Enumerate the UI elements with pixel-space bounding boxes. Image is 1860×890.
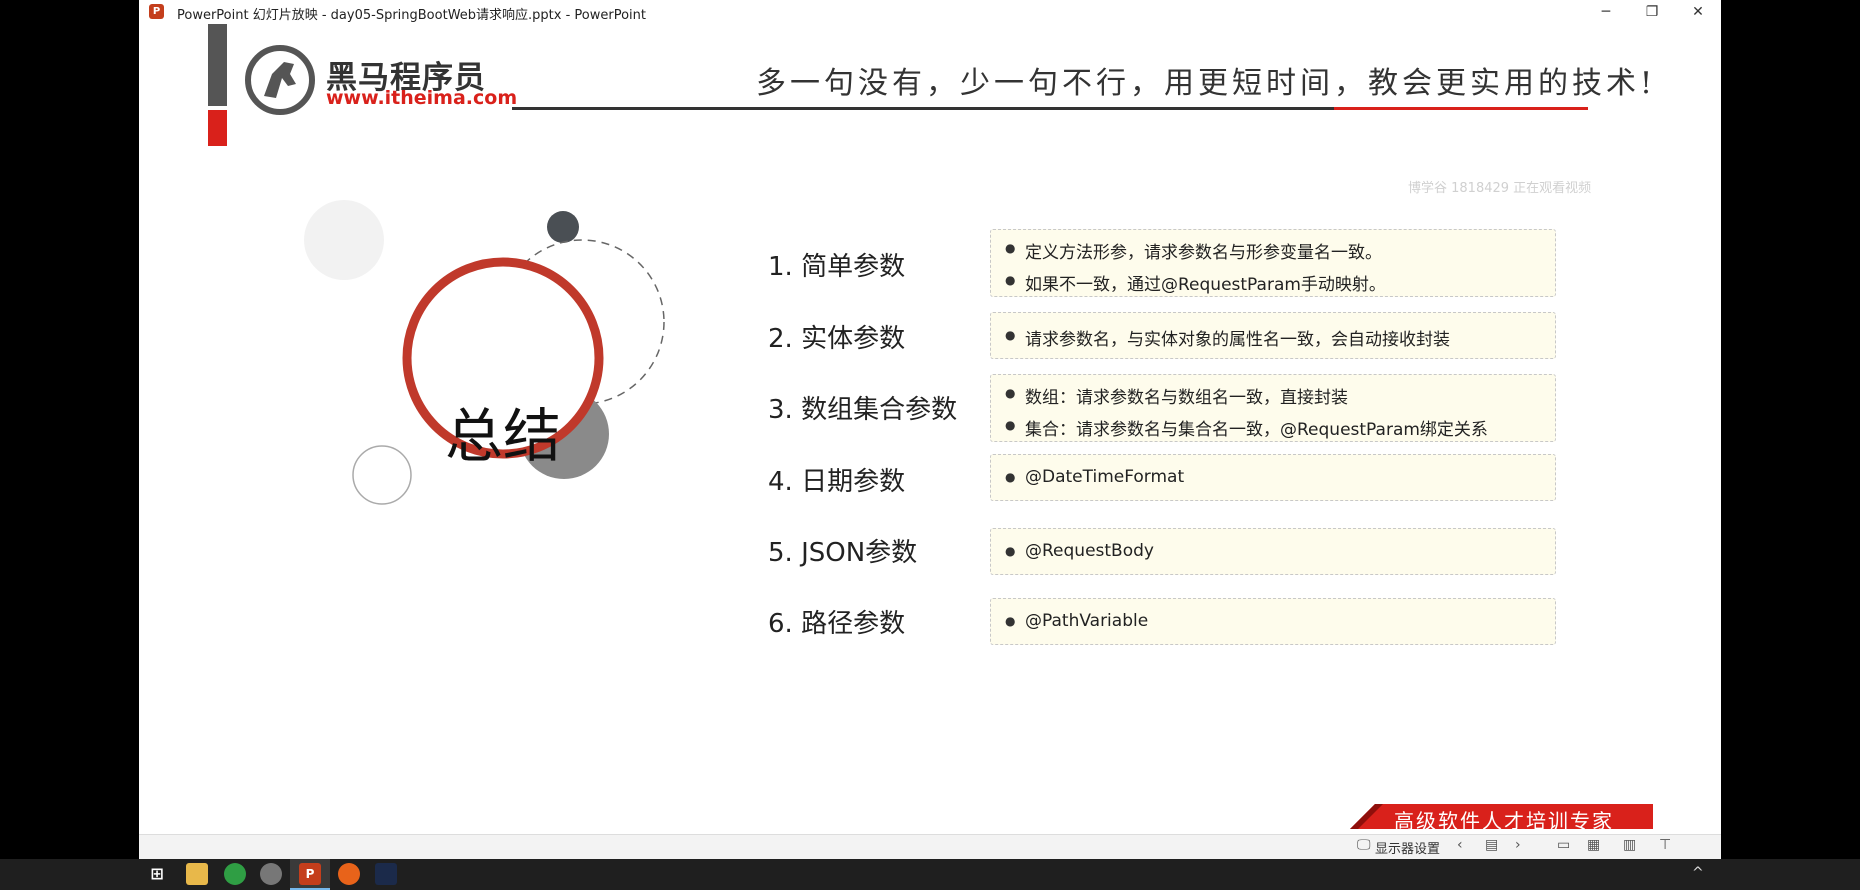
next-slide-icon[interactable]: › xyxy=(1515,837,1521,853)
powerpoint-window: P PowerPoint 幻灯片放映 - day05-SpringBootWeb… xyxy=(139,0,1721,859)
sublime-icon[interactable] xyxy=(338,863,360,885)
bullet-text: @DateTimeFormat xyxy=(1005,467,1184,487)
display-icon: 🖵 xyxy=(1357,837,1371,853)
viewer-watermark: 博学谷 1818429 正在观看视频 xyxy=(1408,181,1592,196)
item-box-5: @RequestBody xyxy=(990,528,1556,575)
taskbar: ⊞ P ^ xyxy=(0,859,1860,890)
app-icon[interactable] xyxy=(260,863,282,885)
previous-slide-icon[interactable]: ‹ xyxy=(1457,837,1463,853)
bullet-text: 集合：请求参数名与集合名一致，@RequestParam绑定关系 xyxy=(1005,415,1488,440)
footer-tagline: 高级软件人才培训专家 xyxy=(1394,809,1614,829)
decorative-circles xyxy=(304,200,665,505)
summary-title: 总结 xyxy=(444,402,561,470)
item-box-3: 数组：请求参数名与数组名一致，直接封装 集合：请求参数名与集合名一致，@Requ… xyxy=(990,374,1556,442)
light-gray-circle xyxy=(304,200,384,280)
close-button[interactable]: ✕ xyxy=(1675,0,1721,24)
item-label-3: 3. 数组集合参数 xyxy=(768,395,958,425)
slide-navigator-icon[interactable]: ▤ xyxy=(1485,837,1498,853)
powerpoint-taskbar-icon[interactable]: P xyxy=(299,863,321,885)
slideshow-view-icon[interactable]: ⊤ xyxy=(1659,837,1671,853)
bullet-text: @RequestBody xyxy=(1005,541,1154,561)
item-box-4: @DateTimeFormat xyxy=(990,454,1556,501)
slogan: 多一句没有，少一句不行，用更短时间，教会更实用的技术! xyxy=(756,66,1653,101)
bullet-text: @PathVariable xyxy=(1005,611,1148,631)
bullet-text: 定义方法形参，请求参数名与形参变量名一致。 xyxy=(1005,238,1382,263)
item-label-4: 4. 日期参数 xyxy=(768,467,906,497)
header-rule-accent xyxy=(1334,107,1588,110)
tray-chevron-icon[interactable]: ^ xyxy=(1692,865,1704,881)
restore-button[interactable]: ❐ xyxy=(1629,0,1675,24)
window-title: PowerPoint 幻灯片放映 - day05-SpringBootWeb请求… xyxy=(177,8,646,23)
dark-dot-circle xyxy=(547,211,579,243)
item-box-2: 请求参数名，与实体对象的属性名一致，会自动接收封装 xyxy=(990,312,1556,359)
reading-view-icon[interactable]: ▥ xyxy=(1623,837,1636,853)
minimize-button[interactable]: ─ xyxy=(1583,0,1629,24)
title-bar[interactable]: P PowerPoint 幻灯片放映 - day05-SpringBootWeb… xyxy=(139,0,1721,24)
powerpoint-app-icon: P xyxy=(149,4,164,19)
bullet-text: 请求参数名，与实体对象的属性名一致，会自动接收封装 xyxy=(1005,325,1450,350)
file-explorer-icon[interactable] xyxy=(186,863,208,885)
bullet-text: 如果不一致，通过@RequestParam手动映射。 xyxy=(1005,270,1386,295)
item-label-1: 1. 简单参数 xyxy=(768,252,906,282)
intellij-icon[interactable] xyxy=(375,863,397,885)
item-label-2: 2. 实体参数 xyxy=(768,324,906,354)
slide[interactable]: 黑马程序员 www.itheima.com 多一句没有，少一句不行，用更短时间，… xyxy=(208,24,1653,829)
chrome-icon[interactable] xyxy=(224,863,246,885)
item-box-6: @PathVariable xyxy=(990,598,1556,645)
item-label-5: 5. JSON参数 xyxy=(768,538,918,568)
slide-sorter-icon[interactable]: ▦ xyxy=(1587,837,1600,853)
display-settings-button[interactable]: 显示器设置 xyxy=(1375,838,1440,857)
item-box-1: 定义方法形参，请求参数名与形参变量名一致。 如果不一致，通过@RequestPa… xyxy=(990,229,1556,297)
small-outline-circle xyxy=(352,445,412,505)
windows-start-icon[interactable]: ⊞ xyxy=(146,863,168,885)
normal-view-icon[interactable]: ▭ xyxy=(1557,837,1570,853)
status-bar: 🖵 显示器设置 ‹ ▤ › ▭ ▦ ▥ ⊤ xyxy=(139,834,1721,859)
item-label-6: 6. 路径参数 xyxy=(768,609,906,639)
bullet-text: 数组：请求参数名与数组名一致，直接封装 xyxy=(1005,383,1348,408)
